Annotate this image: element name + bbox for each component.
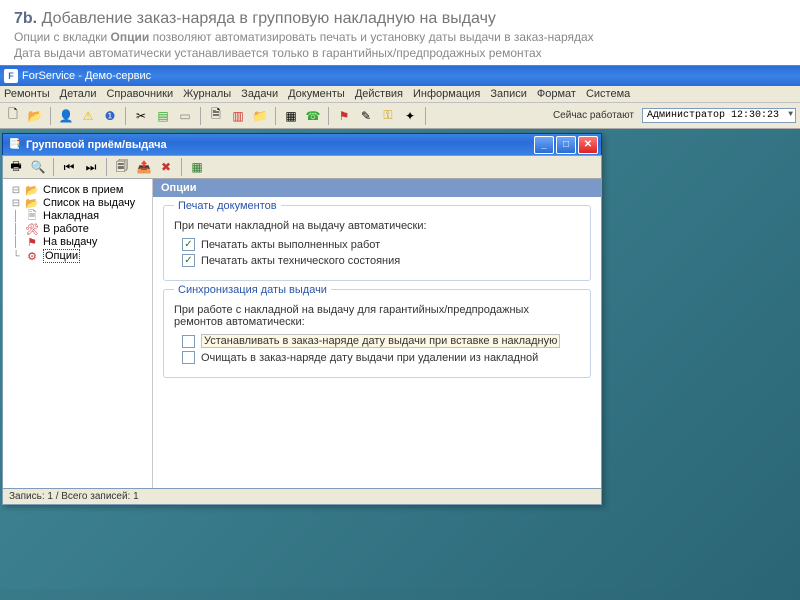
slide-subtitle-2: Дата выдачи автоматически устанавливаетс…	[14, 46, 782, 62]
wrench-icon: 🛠	[25, 223, 39, 235]
menu-item[interactable]: Система	[586, 88, 630, 100]
tree-item-options[interactable]: └⚙Опции	[9, 249, 146, 263]
menu-item[interactable]: Документы	[288, 88, 345, 100]
warning-icon[interactable]: ⚠	[79, 107, 97, 125]
options-header: Опции	[153, 179, 601, 197]
app-icon: F	[4, 69, 18, 83]
separator	[328, 107, 329, 125]
status-label: Сейчас работают	[553, 110, 638, 121]
folder-icon[interactable]: 📁	[251, 107, 269, 125]
menu-item[interactable]: Действия	[355, 88, 403, 100]
book-icon[interactable]: ▥	[229, 107, 247, 125]
minimize-button[interactable]: _	[534, 136, 554, 154]
info-icon[interactable]: ❶	[101, 107, 119, 125]
copy-icon[interactable]: 🗐	[113, 158, 131, 176]
menu-item[interactable]: Детали	[60, 88, 97, 100]
print-intro: При печати накладной на выдачу автоматич…	[174, 220, 580, 232]
card-icon[interactable]: ▭	[176, 107, 194, 125]
status-combo[interactable]: Администратор 12:30:23	[642, 108, 796, 123]
dialog-content: ⊟📂Список в прием ⊟📂Список на выдачу │🗎На…	[2, 179, 602, 489]
document-icon: 🗎	[25, 210, 39, 222]
slide-title-text: Добавление заказ-наряда в групповую накл…	[37, 10, 496, 27]
wand-icon[interactable]: ✦	[401, 107, 419, 125]
slide-subtitle-1: Опции с вкладки Опции позволяют автомати…	[14, 30, 782, 46]
checkbox-icon[interactable]	[182, 351, 195, 364]
separator	[181, 158, 182, 176]
menu-item[interactable]: Журналы	[183, 88, 231, 100]
chart-icon[interactable]: ▤	[154, 107, 172, 125]
separator	[425, 107, 426, 125]
menu-item[interactable]: Задачи	[241, 88, 278, 100]
main-titlebar[interactable]: F ForService - Демо-сервис	[0, 66, 800, 86]
gear-icon: ⚙	[25, 250, 39, 262]
separator	[275, 107, 276, 125]
phone-icon[interactable]: ☎	[304, 107, 322, 125]
note-icon[interactable]: ✎	[357, 107, 375, 125]
nav-tree: ⊟📂Список в прием ⊟📂Список на выдачу │🗎На…	[3, 179, 153, 488]
date-sync-legend: Синхронизация даты выдачи	[174, 284, 331, 296]
checkbox-icon[interactable]	[182, 238, 195, 251]
main-app-window: F ForService - Демо-сервис Ремонты Детал…	[0, 65, 800, 589]
excel-icon[interactable]: ▦	[188, 158, 206, 176]
slide-title: 7b. Добавление заказ-наряда в групповую …	[14, 10, 782, 28]
checkbox-icon[interactable]	[182, 254, 195, 267]
date-sync-group: Синхронизация даты выдачи При работе с н…	[163, 289, 591, 378]
doc-icon[interactable]: 🗎	[207, 107, 225, 125]
dialog-title: Групповой приём/выдача	[26, 139, 167, 151]
separator	[106, 158, 107, 176]
separator	[50, 107, 51, 125]
export-icon[interactable]: 📤	[135, 158, 153, 176]
checkbox-icon[interactable]	[182, 335, 195, 348]
flag-icon[interactable]: ⚑	[335, 107, 353, 125]
app-title: ForService - Демо-сервис	[22, 70, 151, 82]
last-icon[interactable]: ⏭	[82, 158, 100, 176]
dialog-icon: 📑	[8, 138, 22, 152]
main-menubar[interactable]: Ремонты Детали Справочники Журналы Задач…	[0, 86, 800, 103]
first-icon[interactable]: ⏮	[60, 158, 78, 176]
group-dialog: 📑 Групповой приём/выдача _ □ ✕ 🖶 🔍 ⏮ ⏭ 🗐…	[2, 133, 602, 505]
new-icon[interactable]: 🗋	[4, 107, 22, 125]
menu-item[interactable]: Информация	[413, 88, 480, 100]
separator	[53, 158, 54, 176]
print-group-legend: Печать документов	[174, 200, 281, 212]
tree-item-inwork[interactable]: │🛠В работе	[9, 223, 146, 235]
print-group: Печать документов При печати накладной н…	[163, 205, 591, 281]
grid-icon[interactable]: ▦	[282, 107, 300, 125]
date-sync-intro: При работе с накладной на выдачу для гар…	[174, 304, 580, 328]
tree-item-intake[interactable]: ⊟📂Список в прием	[9, 184, 146, 196]
chk-clear-date-on-remove[interactable]: Очищать в заказ-наряде дату выдачи при у…	[182, 351, 580, 364]
slide-number: 7b.	[14, 10, 37, 27]
dialog-toolbar: 🖶 🔍 ⏮ ⏭ 🗐 📤 ✖ ▦	[2, 155, 602, 179]
slide-header: 7b. Добавление заказ-наряда в групповую …	[0, 0, 800, 65]
separator	[125, 107, 126, 125]
menu-item[interactable]: Ремонты	[4, 88, 50, 100]
options-panel: Опции Печать документов При печати накла…	[153, 179, 601, 488]
folder-open-icon: 📂	[25, 184, 39, 196]
print-icon[interactable]: 🖶	[7, 158, 25, 176]
app-client-area: 📑 Групповой приём/выдача _ □ ✕ 🖶 🔍 ⏮ ⏭ 🗐…	[0, 129, 800, 589]
flag-icon: ⚑	[25, 236, 39, 248]
chk-print-acts-done[interactable]: Печатать акты выполненных работ	[182, 238, 580, 251]
maximize-button[interactable]: □	[556, 136, 576, 154]
tree-item-invoice[interactable]: │🗎Накладная	[9, 210, 146, 222]
preview-icon[interactable]: 🔍	[29, 158, 47, 176]
close-button[interactable]: ✕	[578, 136, 598, 154]
menu-item[interactable]: Формат	[537, 88, 576, 100]
delete-icon[interactable]: ✖	[157, 158, 175, 176]
dialog-statusbar: Запись: 1 / Всего записей: 1	[2, 489, 602, 505]
open-icon[interactable]: 📂	[26, 107, 44, 125]
chk-set-date-on-insert[interactable]: Устанавливать в заказ-наряде дату выдачи…	[182, 334, 580, 348]
user-icon[interactable]: 👤	[57, 107, 75, 125]
chk-print-acts-tech[interactable]: Печатать акты технического состояния	[182, 254, 580, 267]
key-icon[interactable]: ⚿	[379, 107, 397, 125]
separator	[200, 107, 201, 125]
dialog-titlebar[interactable]: 📑 Групповой приём/выдача _ □ ✕	[2, 133, 602, 155]
main-toolbar: 🗋 📂 👤 ⚠ ❶ ✂ ▤ ▭ 🗎 ▥ 📁 ▦ ☎ ⚑ ✎ ⚿ ✦ Сейчас…	[0, 103, 800, 129]
tree-item-ready[interactable]: │⚑На выдачу	[9, 236, 146, 248]
menu-item[interactable]: Справочники	[106, 88, 173, 100]
cut-icon[interactable]: ✂	[132, 107, 150, 125]
menu-item[interactable]: Записи	[490, 88, 527, 100]
